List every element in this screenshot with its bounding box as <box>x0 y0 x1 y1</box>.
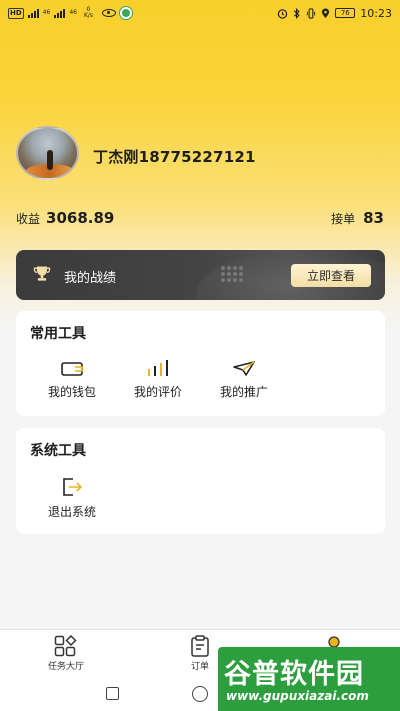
vibrate-icon <box>307 7 316 19</box>
orders-label: 接单 <box>331 212 356 226</box>
avatar[interactable] <box>16 126 79 180</box>
status-bar: HD 46 46 0 K/s 76 10:23 <box>0 0 400 26</box>
paper-plane-icon <box>233 361 255 376</box>
reviews-tool[interactable]: 我的评价 <box>123 360 193 400</box>
user-name: 丁杰刚18775227121 <box>93 148 256 166</box>
nav-task-hall[interactable]: 任务大厅 <box>26 635 106 672</box>
wallet-tool[interactable]: 我的钱包 <box>37 362 107 400</box>
trophy-icon <box>33 266 51 281</box>
wallet-label: 我的钱包 <box>47 385 96 399</box>
status-left: HD 46 46 0 K/s <box>8 6 133 19</box>
signal-icon-2 <box>54 8 66 18</box>
grid-icon <box>54 635 77 657</box>
signal-icon <box>27 8 39 18</box>
promotion-label: 我的推广 <box>219 385 268 399</box>
network-4g-label-2: 46 <box>69 9 77 16</box>
net-speed: 0 K/s <box>83 6 94 19</box>
location-icon <box>322 8 330 18</box>
watermark-title: 谷普软件园 <box>224 659 364 690</box>
income-label: 收益 <box>16 212 41 226</box>
logout-icon <box>63 478 82 496</box>
alarm-icon <box>278 8 288 19</box>
decor-dots <box>221 266 243 282</box>
reviews-label: 我的评价 <box>133 385 182 399</box>
eye-comfort-icon <box>102 9 117 17</box>
clipboard-icon <box>191 635 209 657</box>
view-now-button[interactable]: 立即查看 <box>291 264 371 287</box>
promotion-tool[interactable]: 我的推广 <box>209 361 279 400</box>
orders-stat: 接单 83 <box>331 209 384 227</box>
orders-value: 83 <box>363 209 384 227</box>
income-stat: 收益 3068.89 <box>16 209 114 227</box>
bluetooth-icon <box>294 7 300 19</box>
clock: 10:23 <box>360 6 392 20</box>
nav-task-hall-label: 任务大厅 <box>47 662 84 672</box>
status-right: 76 10:23 <box>277 7 392 20</box>
wallet-icon <box>61 362 83 376</box>
logout-tool[interactable]: 退出系统 <box>37 478 107 520</box>
income-value: 3068.89 <box>46 209 115 227</box>
watermark: 谷普软件园 www.gupuxiazai.com <box>218 647 400 711</box>
app-notification-icon <box>120 7 133 19</box>
achievement-title: 我的战绩 <box>64 271 117 286</box>
watermark-url: www.gupuxiazai.com <box>226 689 369 703</box>
bar-chart-icon <box>148 360 168 376</box>
common-tools-card: 常用工具 我的钱包 我的评价 我的推广 <box>16 311 385 416</box>
home-button[interactable] <box>192 686 208 702</box>
recent-apps-button[interactable] <box>106 687 119 700</box>
logout-label: 退出系统 <box>47 505 96 519</box>
hd-badge: HD <box>8 7 24 19</box>
system-tools-title: 系统工具 <box>30 443 86 459</box>
system-tools-card: 系统工具 退出系统 <box>16 428 385 534</box>
common-tools-title: 常用工具 <box>30 326 86 342</box>
achievement-bar[interactable]: 我的战绩 立即查看 <box>16 250 385 300</box>
battery-indicator: 76 <box>335 8 356 18</box>
network-4g-label: 46 <box>42 9 51 16</box>
